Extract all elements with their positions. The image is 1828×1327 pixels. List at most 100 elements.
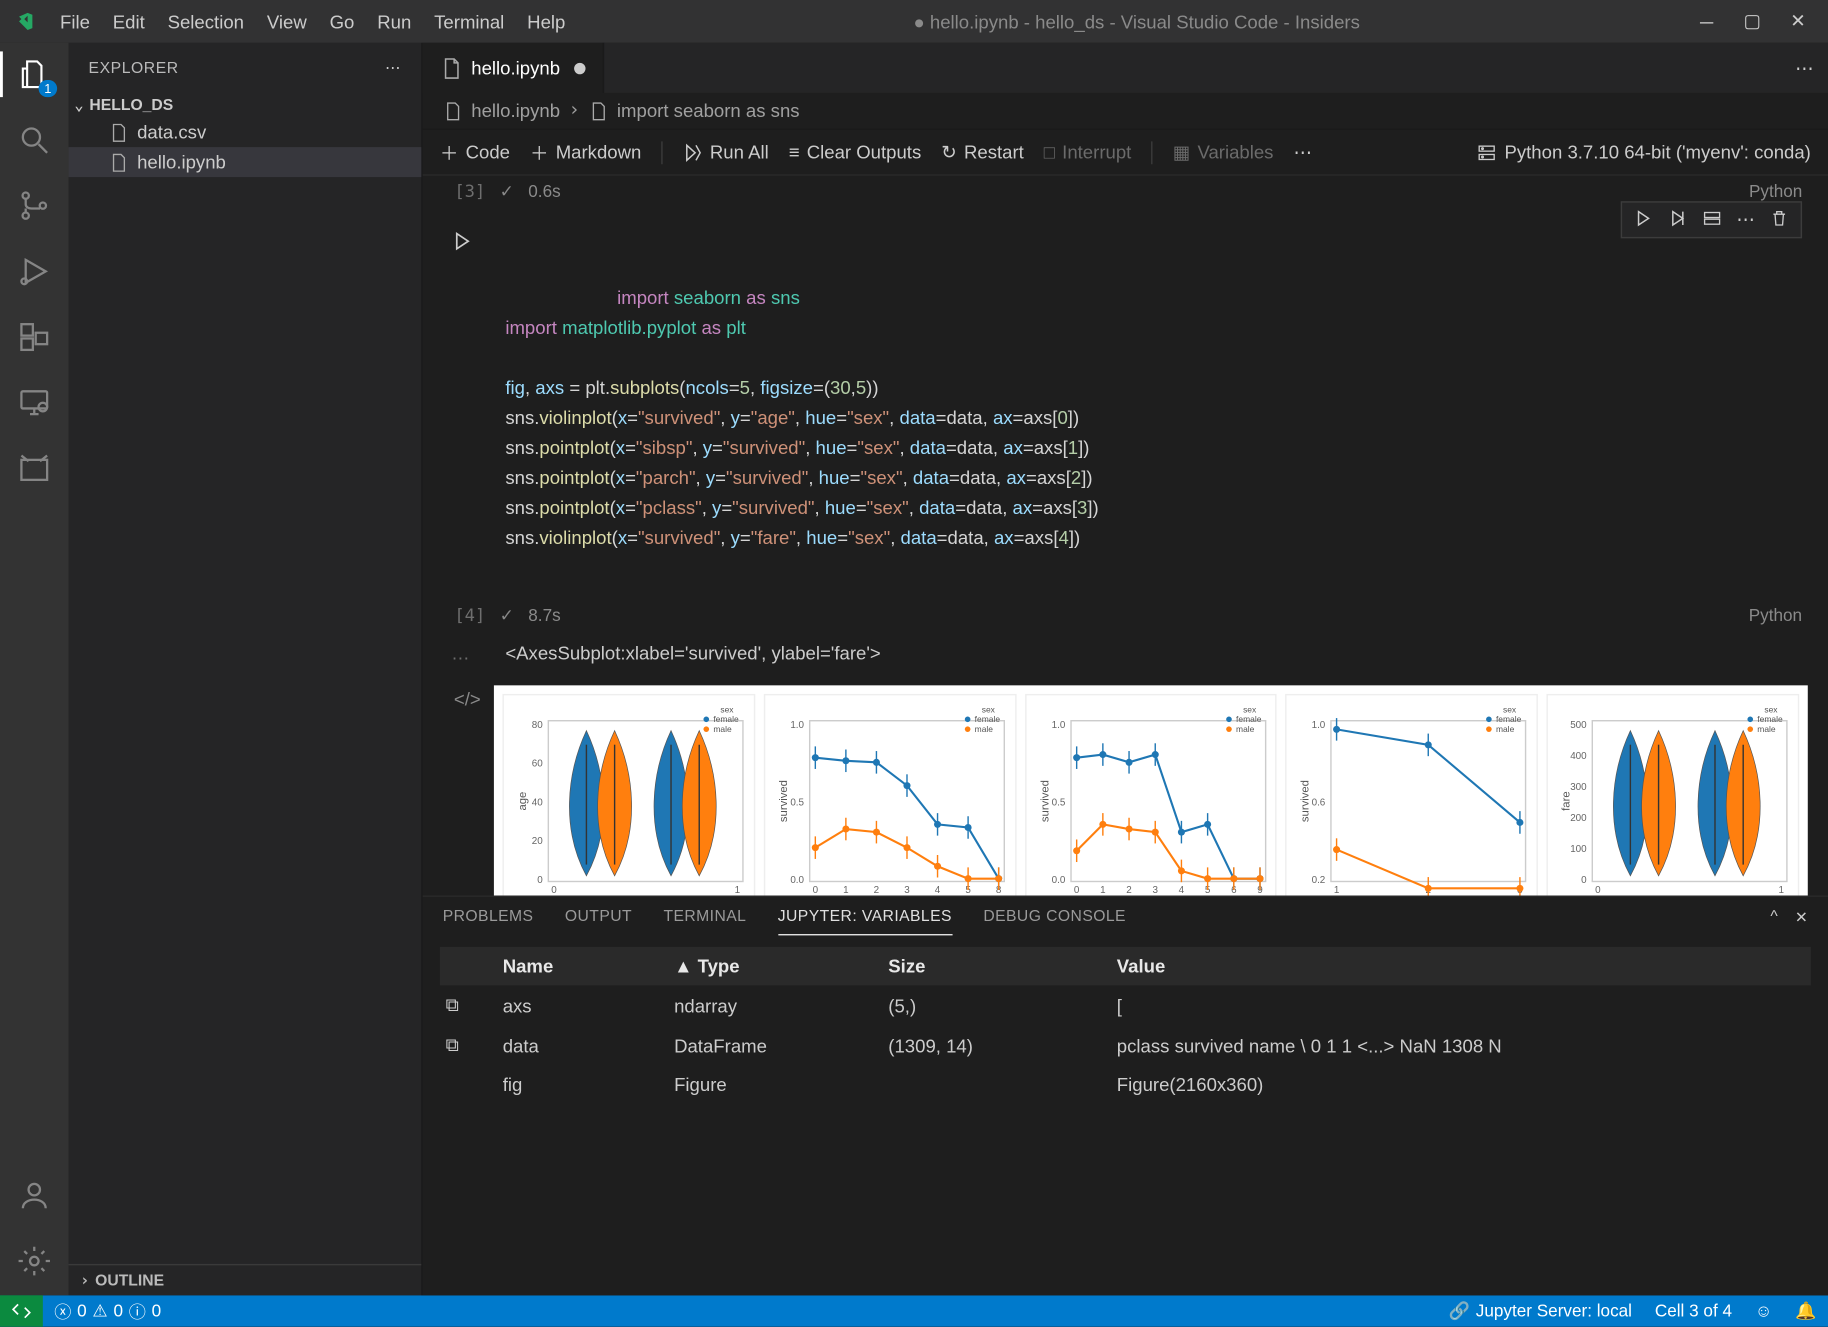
svg-text:survived: survived [1039,780,1051,822]
svg-text:1: 1 [735,885,740,895]
svg-text:male: male [714,724,733,734]
svg-text:0.0: 0.0 [1051,875,1065,886]
cell-language[interactable]: Python [1749,606,1802,626]
svg-text:sex: sex [721,704,735,714]
svg-text:female: female [975,714,1001,724]
chevron-down-icon: ⌄ [74,96,83,115]
outline-section[interactable]: › OUTLINE [69,1264,422,1295]
add-markdown-button[interactable]: ＋ Markdown [530,139,641,166]
svg-text:age: age [517,792,529,811]
code-editor[interactable]: import seaborn as sns import matplotlib.… [423,210,1828,600]
variable-row[interactable]: ⧉ dataDataFrame(1309, 14)pclass survived… [440,1025,1811,1065]
editor-group: hello.ipynb ⋯ hello.ipynb › import seabo… [423,43,1828,1295]
menu-file[interactable]: File [49,8,102,35]
svg-text:4: 4 [1178,885,1184,895]
feedback-icon[interactable]: ☺ [1743,1301,1783,1321]
remote-indicator[interactable] [0,1295,43,1326]
remote-explorer-icon[interactable] [14,383,54,423]
show-variable-icon[interactable]: ⧉ [446,1034,503,1057]
panel-tab-debug-console[interactable]: DEBUG CONSOLE [983,908,1126,935]
clear-outputs-button[interactable]: ≡ Clear Outputs [789,141,922,162]
panel-tab-jupyter-variables[interactable]: JUPYTER: VARIABLES [778,908,952,935]
svg-text:0: 0 [551,885,557,895]
svg-text:1.0: 1.0 [1312,720,1326,731]
svg-text:male: male [1236,724,1255,734]
svg-text:4: 4 [935,885,941,895]
svg-text:20: 20 [532,836,543,847]
menu-selection[interactable]: Selection [156,8,255,35]
panel-tab-terminal[interactable]: TERMINAL [663,908,746,935]
settings-gear-icon[interactable] [14,1241,54,1281]
breadcrumbs[interactable]: hello.ipynb › import seaborn as sns [423,93,1828,130]
file-data-csv[interactable]: data.csv [69,117,422,147]
cell-position-status[interactable]: Cell 3 of 4 [1643,1301,1743,1321]
menu-edit[interactable]: Edit [101,8,156,35]
variable-row[interactable]: figFigureFigure(2160x360) [440,1065,1811,1104]
tab-more-icon[interactable]: ⋯ [1795,56,1814,79]
jupyter-server-status[interactable]: 🔗 Jupyter Server: local [1437,1301,1643,1321]
cell-output-text: … <AxesSubplot:xlabel='survived', ylabel… [423,634,1828,680]
notebook-file-icon [440,56,463,79]
panel-tab-problems[interactable]: PROBLEMS [443,908,534,935]
run-gutter-icon[interactable] [451,230,474,253]
problems-status[interactable]: ⓧ0 ⚠0 ⓘ0 [43,1299,173,1323]
plot-pclass: 0.20.61.0123 survived pclass sexfemalema… [1286,694,1538,895]
panel-tab-output[interactable]: OUTPUT [565,908,632,935]
svg-text:survived: survived [778,780,790,822]
restart-button[interactable]: ↻ Restart [941,141,1024,164]
close-button[interactable]: ✕ [1788,11,1808,31]
run-all-button[interactable]: Run All [683,141,769,162]
notifications-icon[interactable]: 🔔 [1784,1301,1828,1321]
run-debug-icon[interactable] [14,251,54,291]
panel-maximize-icon[interactable]: ^ [1770,908,1777,935]
code-cell[interactable]: ⋯ import seaborn as sns import matplotli… [423,210,1828,896]
add-code-button[interactable]: ＋ Code [440,139,510,166]
sidebar: EXPLORER ⋯ ⌄ HELLO_DS data.csv hello.ipy… [69,43,423,1295]
chevron-right-icon: › [80,1271,89,1290]
variables-button[interactable]: ▦ Variables [1173,141,1274,164]
source-control-icon[interactable] [14,186,54,226]
explorer-icon[interactable]: 1 [14,54,54,94]
svg-text:100: 100 [1571,844,1588,855]
exec-count: [3] [451,181,485,201]
statusbar: ⓧ0 ⚠0 ⓘ0 🔗 Jupyter Server: local Cell 3 … [0,1295,1828,1326]
maximize-button[interactable]: ▢ [1742,11,1762,31]
minimize-button[interactable]: ─ [1697,11,1717,31]
tab-hello-ipynb[interactable]: hello.ipynb [423,43,605,93]
svg-text:0.6: 0.6 [1312,797,1326,808]
svg-text:0: 0 [537,875,543,886]
svg-text:500: 500 [1571,720,1588,731]
panel-close-icon[interactable]: ✕ [1795,908,1808,935]
notebook-toolbar: ＋ Code ＋ Markdown Run All ≡ Clear Output… [423,130,1828,176]
sidebar-more-icon[interactable]: ⋯ [385,59,401,78]
bottom-panel: PROBLEMS OUTPUT TERMINAL JUPYTER: VARIABLES… [423,895,1828,1295]
svg-text:1: 1 [1335,885,1340,895]
variable-row[interactable]: ⧉ axsndarray(5,)[ [440,985,1811,1025]
menu-run[interactable]: Run [366,8,423,35]
kernel-picker[interactable]: Python 3.7.10 64-bit ('myenv': conda) [1477,141,1811,162]
activity-bar: 1 [0,43,69,1295]
svg-text:3: 3 [904,885,910,895]
toolbar-more-icon[interactable]: ⋯ [1293,141,1312,164]
extensions-icon[interactable] [14,317,54,357]
exec-time: 0.6s [528,181,560,201]
cell-language[interactable]: Python [1749,181,1802,201]
show-variable-icon[interactable]: ⧉ [446,994,503,1017]
search-icon[interactable] [14,120,54,160]
exec-count: [4] [451,606,485,626]
svg-text:fare: fare [1561,792,1573,811]
menu-terminal[interactable]: Terminal [423,8,516,35]
dirty-indicator-icon [574,62,585,73]
svg-text:female: female [1497,714,1523,724]
menu-view[interactable]: View [255,8,318,35]
menu-help[interactable]: Help [516,8,577,35]
accounts-icon[interactable] [14,1175,54,1215]
menu-go[interactable]: Go [318,8,366,35]
interrupt-button[interactable]: □ Interrupt [1044,141,1132,162]
svg-text:survived: survived [1300,780,1312,822]
svg-text:male: male [1758,724,1777,734]
folder-root[interactable]: ⌄ HELLO_DS [69,93,422,117]
jupyter-icon[interactable] [14,448,54,488]
notebook-body[interactable]: [3] ✓ 0.6s Python ⋯ import seaborn as sn… [423,176,1828,896]
file-hello-ipynb[interactable]: hello.ipynb [69,147,422,177]
